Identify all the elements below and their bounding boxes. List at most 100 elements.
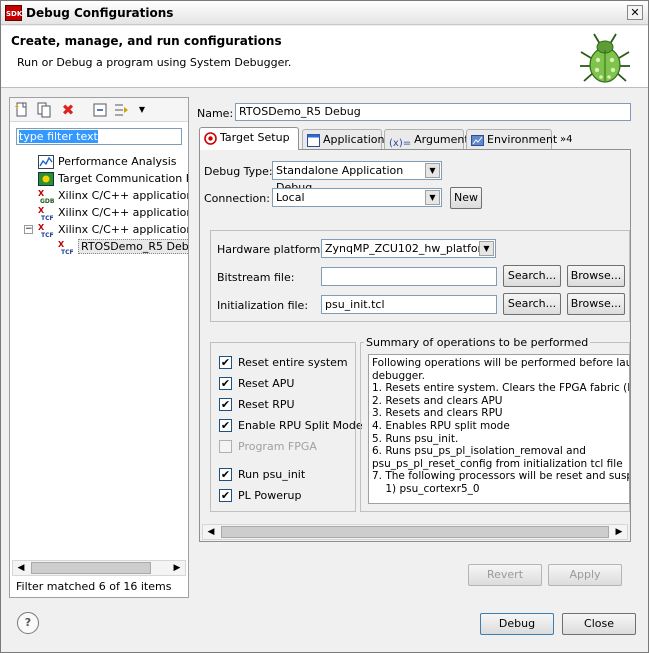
scroll-right-arrow-icon[interactable]: ▶ bbox=[611, 525, 627, 539]
scroll-left-arrow-icon[interactable]: ◀ bbox=[13, 561, 29, 575]
arguments-icon: (x)= bbox=[389, 137, 412, 149]
svg-text:GDB: GDB bbox=[40, 198, 54, 203]
dialog-header: Create, manage, and run configurations R… bbox=[1, 26, 648, 88]
tab-label: Target Setup bbox=[220, 131, 290, 144]
chevron-down-icon[interactable]: ▼ bbox=[479, 241, 494, 256]
tab-environment[interactable]: Environment bbox=[466, 129, 557, 149]
bitstream-field[interactable] bbox=[321, 267, 497, 286]
debug-bug-icon bbox=[580, 33, 630, 83]
tab-label: Application bbox=[323, 133, 385, 146]
run-psu-init-checkbox[interactable]: ✔ Run psu_init bbox=[219, 467, 306, 482]
enable-rpu-split-mode-checkbox[interactable]: ✔ Enable RPU Split Mode bbox=[219, 418, 363, 433]
new-connection-button[interactable]: New bbox=[450, 187, 482, 209]
view-menu-chevron-down-icon[interactable]: ▼ bbox=[134, 102, 150, 118]
header-subtitle: Run or Debug a program using System Debu… bbox=[17, 56, 292, 69]
scrollbar-thumb[interactable] bbox=[221, 526, 609, 538]
close-window-button[interactable]: ✕ bbox=[627, 5, 643, 20]
init-search-button[interactable]: Search... bbox=[503, 293, 561, 315]
summary-line: 4. Enables RPU split mode bbox=[372, 419, 510, 432]
configuration-tree: Performance Analysis Target Communicatio… bbox=[10, 150, 188, 560]
tree-item-rtosdemo-r5-debug[interactable]: XTCF RTOSDemo_R5 Debug bbox=[58, 238, 188, 255]
name-field[interactable]: RTOSDemo_R5 Debug bbox=[235, 103, 631, 121]
tree-item-target-communication[interactable]: Target Communication Fra bbox=[38, 170, 188, 187]
checkbox-box: ✔ bbox=[219, 488, 232, 502]
summary-line: 2. Resets and clears APU bbox=[372, 394, 503, 407]
scroll-left-arrow-icon[interactable]: ◀ bbox=[203, 525, 219, 539]
svg-text:X: X bbox=[38, 206, 45, 215]
revert-button: Revert bbox=[468, 564, 542, 586]
reset-rpu-checkbox[interactable]: ✔ Reset RPU bbox=[219, 397, 295, 412]
performance-analysis-icon bbox=[38, 155, 54, 169]
sdk-app-icon: SDK bbox=[5, 5, 22, 21]
chevron-down-icon[interactable]: ▼ bbox=[425, 163, 440, 178]
target-setup-panel: Debug Type: Standalone Application Debug… bbox=[199, 149, 631, 542]
tree-item-label: Performance Analysis bbox=[58, 155, 177, 168]
debug-type-select[interactable]: Standalone Application Debug ▼ bbox=[272, 161, 442, 194]
svg-text:✦: ✦ bbox=[14, 103, 20, 111]
connection-label: Connection: bbox=[204, 192, 270, 205]
scrollbar-thumb[interactable] bbox=[31, 562, 151, 574]
bitstream-label: Bitstream file: bbox=[217, 271, 295, 284]
summary-line: 1. Resets entire system. Clears the FPGA… bbox=[372, 382, 630, 395]
tree-toolbar: ✦ ✖ ▼ bbox=[10, 98, 188, 122]
tab-application[interactable]: Application bbox=[302, 129, 385, 149]
tab-arguments[interactable]: (x)= Arguments bbox=[384, 129, 474, 149]
checkbox-label: PL Powerup bbox=[238, 489, 302, 502]
panel-horizontal-scrollbar[interactable]: ◀ ▶ bbox=[202, 524, 628, 540]
tree-item-xilinx-gdb[interactable]: XGDB Xilinx C/C++ application (G bbox=[38, 187, 188, 204]
filter-status-text: Filter matched 6 of 16 items bbox=[16, 580, 172, 593]
summary-line: 7. The following processors will be rese… bbox=[372, 470, 629, 483]
checkbox-box: ✔ bbox=[219, 376, 232, 390]
svg-text:TCF: TCF bbox=[41, 215, 54, 220]
svg-text:X: X bbox=[38, 223, 45, 232]
checkbox-label: Enable RPU Split Mode bbox=[238, 419, 363, 432]
tree-expander-collapse[interactable]: − bbox=[24, 225, 33, 234]
xilinx-tcf-icon: XTCF bbox=[58, 240, 74, 254]
help-icon[interactable]: ? bbox=[17, 612, 39, 634]
bitstream-search-button[interactable]: Search... bbox=[503, 265, 561, 287]
checkbox-label: Reset RPU bbox=[238, 398, 295, 411]
summary-text-area[interactable]: Following operations will be performed b… bbox=[368, 354, 630, 504]
summary-line: psu_ps_pl_reset_config from initializati… bbox=[372, 457, 623, 470]
collapse-all-icon[interactable] bbox=[92, 102, 108, 118]
bitstream-browse-button[interactable]: Browse... bbox=[567, 265, 625, 287]
close-button[interactable]: Close bbox=[562, 613, 636, 635]
tree-item-label: Xilinx C/C++ application (S bbox=[58, 206, 188, 219]
checkbox-box: ✔ bbox=[219, 467, 232, 481]
init-browse-button[interactable]: Browse... bbox=[567, 293, 625, 315]
window-title: Debug Configurations bbox=[26, 6, 174, 20]
hardware-platform-value: ZynqMP_ZCU102_hw_platform bbox=[325, 242, 493, 255]
checkbox-box bbox=[219, 439, 232, 453]
summary-line: debugger. bbox=[372, 369, 425, 382]
tab-target-setup[interactable]: Target Setup bbox=[199, 127, 299, 150]
tree-horizontal-scrollbar[interactable]: ◀ ▶ bbox=[12, 560, 186, 576]
tree-item-label: Target Communication Fra bbox=[58, 172, 188, 185]
pl-powerup-checkbox[interactable]: ✔ PL Powerup bbox=[219, 488, 302, 503]
tree-item-performance-analysis[interactable]: Performance Analysis bbox=[38, 153, 177, 170]
connection-select[interactable]: Local ▼ bbox=[272, 188, 442, 207]
summary-line: 6. Runs psu_ps_pl_isolation_removal and bbox=[372, 445, 586, 458]
delete-icon[interactable]: ✖ bbox=[60, 102, 76, 118]
filter-input[interactable]: type filter text bbox=[16, 128, 182, 145]
tab-overflow[interactable]: »4 bbox=[555, 129, 577, 149]
xilinx-tcf-icon: XTCF bbox=[38, 206, 54, 220]
environment-icon bbox=[471, 134, 484, 146]
initialization-file-field[interactable]: psu_init.tcl bbox=[321, 295, 497, 314]
tree-item-xilinx-system-1[interactable]: XTCF Xilinx C/C++ application (S bbox=[38, 204, 188, 221]
svg-text:X: X bbox=[38, 189, 45, 198]
scroll-right-arrow-icon[interactable]: ▶ bbox=[169, 561, 185, 575]
reset-entire-system-checkbox[interactable]: ✔ Reset entire system bbox=[219, 355, 348, 370]
reset-apu-checkbox[interactable]: ✔ Reset APU bbox=[219, 376, 294, 391]
xilinx-gdb-icon: XGDB bbox=[38, 189, 54, 203]
initialization-file-label: Initialization file: bbox=[217, 299, 309, 312]
new-configuration-icon[interactable]: ✦ bbox=[14, 102, 30, 118]
duplicate-icon[interactable] bbox=[36, 102, 52, 118]
hardware-platform-select[interactable]: ZynqMP_ZCU102_hw_platform ▼ bbox=[321, 239, 496, 258]
checkbox-label: Run psu_init bbox=[238, 468, 306, 481]
tab-label: Environment bbox=[487, 133, 558, 146]
chevron-down-icon[interactable]: ▼ bbox=[425, 190, 440, 205]
tree-item-xilinx-system-2[interactable]: XTCF Xilinx C/C++ application (S bbox=[38, 221, 188, 238]
debug-button[interactable]: Debug bbox=[480, 613, 554, 635]
filter-icon[interactable] bbox=[114, 102, 130, 118]
target-communication-icon bbox=[38, 172, 54, 186]
